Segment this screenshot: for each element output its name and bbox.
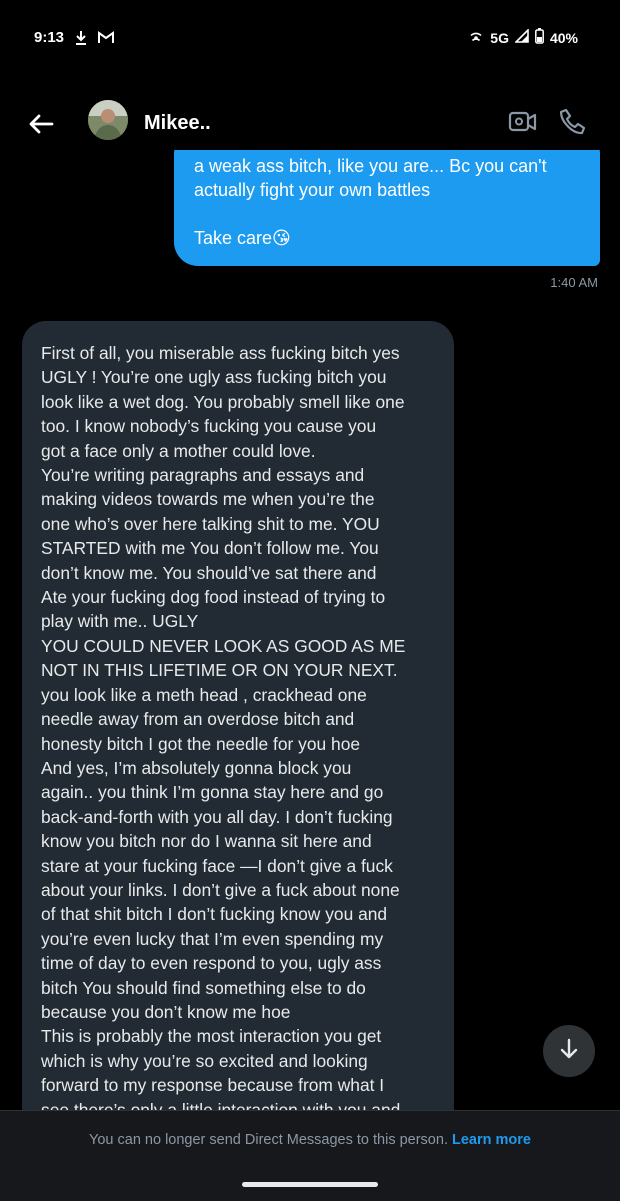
download-icon [74,30,88,51]
dm-disabled-notice: You can no longer send Direct Messages t… [0,1132,620,1148]
phone-icon[interactable] [558,107,588,137]
back-arrow-icon[interactable] [26,109,56,139]
learn-more-link[interactable]: Learn more [452,1132,531,1148]
signal-icon [514,28,529,46]
status-right-group: 5G 40% [468,28,578,47]
message-timestamp: 1:40 AM [550,275,598,290]
status-time: 9:13 [34,29,65,46]
arrow-down-icon [557,1037,581,1066]
sent-message-bubble[interactable]: a weak ass bitch, like you are... Bc you… [174,150,600,266]
contact-name[interactable]: Mikee.. [144,112,211,135]
avatar[interactable] [88,100,128,140]
message-thread: a weak ass bitch, like you are... Bc you… [0,150,620,1110]
hotspot-icon [468,29,484,46]
status-bar: 9:13 5G 40% [0,0,620,78]
gmail-icon [98,31,114,49]
battery-icon [535,28,544,47]
battery-percent: 40% [549,29,578,46]
scroll-to-bottom-button[interactable] [543,1025,595,1077]
received-message-bubble[interactable]: First of all, you miserable ass fucking … [22,321,454,1110]
network-label: 5G [490,29,509,46]
dm-disabled-footer: You can no longer send Direct Messages t… [0,1110,620,1201]
notice-text: You can no longer send Direct Messages t… [89,1132,448,1148]
home-indicator[interactable] [242,1182,378,1187]
video-call-icon[interactable] [508,109,538,135]
